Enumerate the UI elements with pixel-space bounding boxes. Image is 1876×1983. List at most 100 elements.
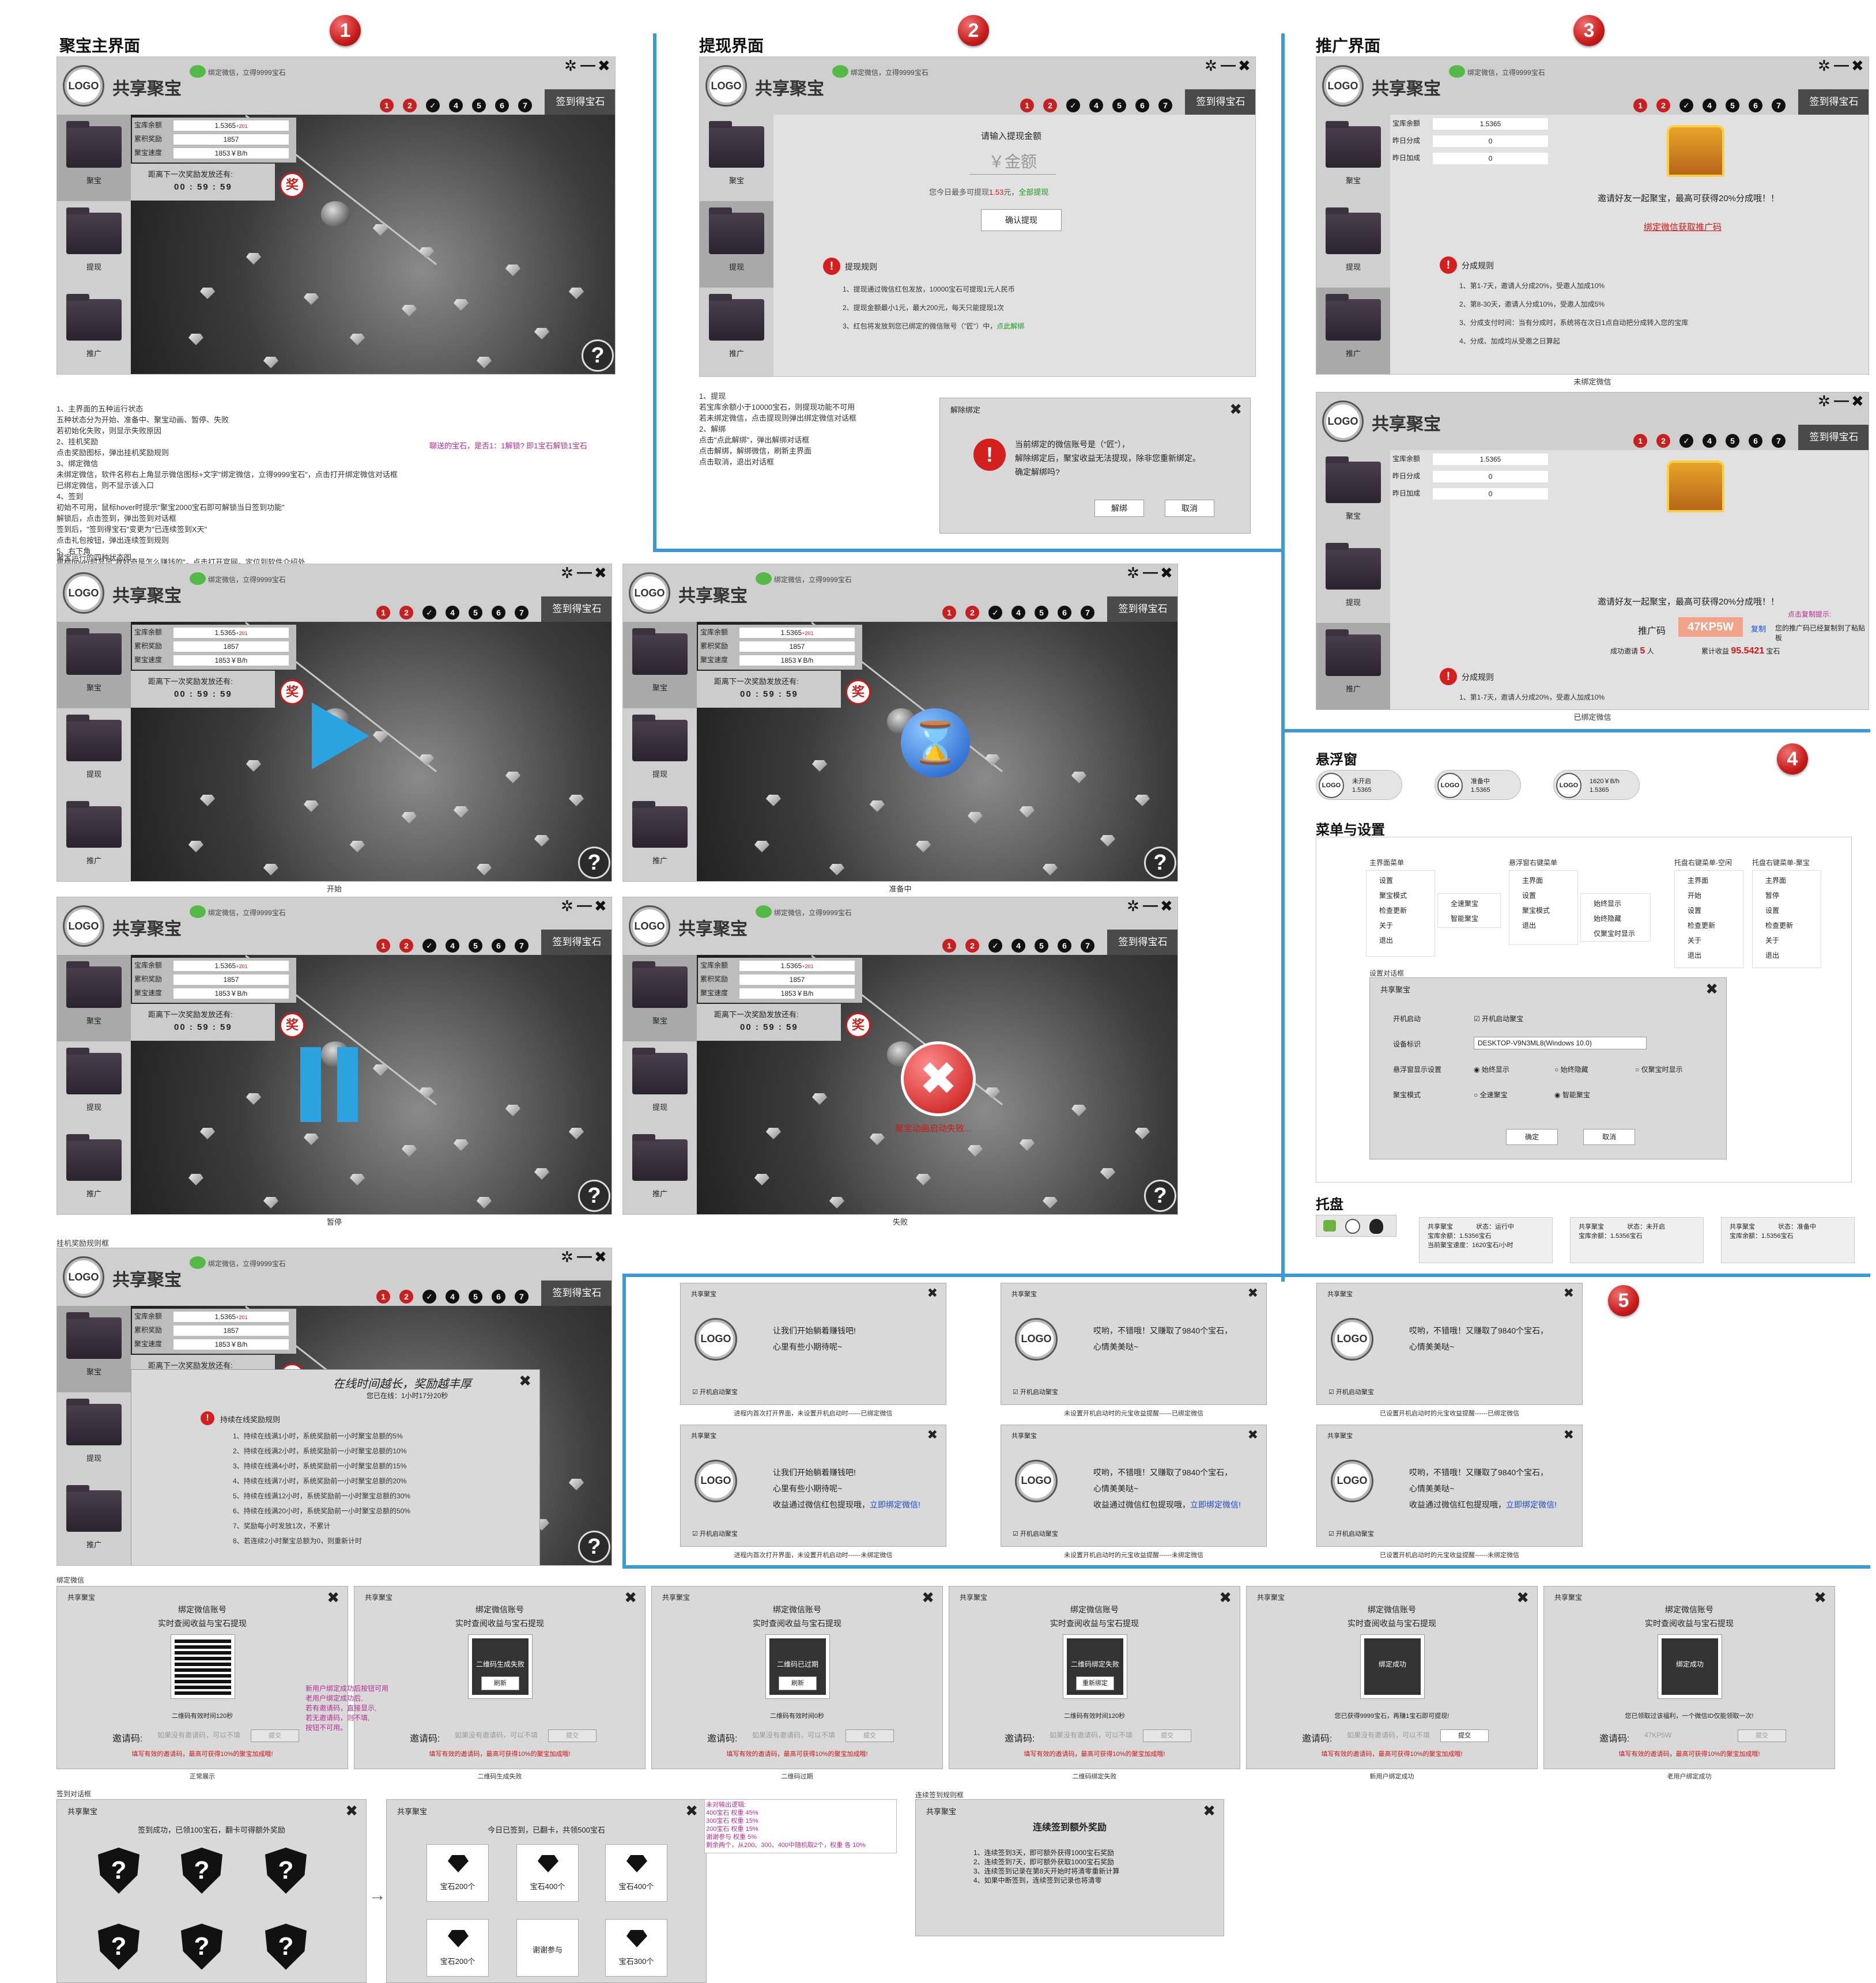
- sidebar-item-withdraw[interactable]: 提现: [1316, 201, 1390, 288]
- menu-item[interactable]: 退出: [1509, 920, 1577, 930]
- mode-radio-1[interactable]: ○ 全速聚宝: [1474, 1090, 1508, 1100]
- bind-now-link[interactable]: 立即绑定微信!: [1190, 1500, 1241, 1509]
- submit-button[interactable]: 提交: [1738, 1729, 1786, 1742]
- menu-item[interactable]: 仅聚宝时显示: [1581, 928, 1650, 938]
- menu-item[interactable]: 始终显示: [1581, 898, 1650, 908]
- wechat-icon[interactable]: [190, 1256, 206, 1269]
- help-icon[interactable]: ?: [578, 847, 610, 879]
- menu-item[interactable]: 暂停: [1753, 890, 1821, 900]
- close-icon[interactable]: ✖: [594, 1248, 607, 1266]
- withdraw-all-link[interactable]: 全部提现: [1018, 188, 1048, 197]
- sidebar-item-mine[interactable]: 聚宝: [1316, 115, 1390, 201]
- cancel-button[interactable]: 取消: [1165, 500, 1214, 517]
- sign-in-button[interactable]: 签到得宝石: [541, 1281, 612, 1306]
- sidebar-item-mine[interactable]: 聚宝: [57, 622, 131, 708]
- close-icon[interactable]: ✖: [1851, 57, 1864, 75]
- sign-in-button[interactable]: 签到得宝石: [1798, 425, 1869, 450]
- menu-item[interactable]: 检查更新: [1753, 920, 1821, 930]
- confirm-withdraw-button[interactable]: 确认提现: [981, 209, 1062, 231]
- menu-item[interactable]: 聚宝模式: [1367, 890, 1435, 900]
- menu-item[interactable]: 退出: [1753, 950, 1821, 960]
- sidebar-item-mine[interactable]: 聚宝: [57, 955, 131, 1041]
- submit-button[interactable]: 提交: [251, 1729, 299, 1742]
- menu-item[interactable]: 关于: [1675, 935, 1743, 945]
- submit-button[interactable]: 提交: [1440, 1729, 1489, 1742]
- close-icon[interactable]: ✖: [1851, 392, 1864, 410]
- unbind-link[interactable]: 点此解绑: [996, 322, 1024, 330]
- device-id-field[interactable]: DESKTOP-V9N3ML8(Windows 10.0): [1474, 1037, 1647, 1049]
- menu-item[interactable]: 始终隐藏: [1581, 913, 1650, 923]
- submit-button[interactable]: 提交: [845, 1729, 894, 1742]
- bind-now-link[interactable]: 立即绑定微信!: [1506, 1500, 1557, 1509]
- tray-qq-icon[interactable]: [1369, 1219, 1383, 1234]
- gear-icon[interactable]: ✲: [561, 1248, 573, 1266]
- gear-icon[interactable]: ✲: [1127, 897, 1139, 915]
- menu-item[interactable]: 聚宝模式: [1509, 905, 1577, 915]
- invite-code-input[interactable]: 47KP5W: [1641, 1729, 1733, 1742]
- startup-checkbox[interactable]: ☑ 开机启动聚宝: [692, 1529, 738, 1538]
- pause-icon[interactable]: [300, 1047, 358, 1122]
- sidebar-item-withdraw[interactable]: 提现: [57, 708, 131, 795]
- gear-icon[interactable]: ✲: [561, 564, 573, 582]
- sign-in-button[interactable]: 签到得宝石: [541, 930, 612, 955]
- close-icon[interactable]: ✖: [927, 1427, 938, 1442]
- menu-item[interactable]: 退出: [1675, 950, 1743, 960]
- close-icon[interactable]: ✖: [1160, 564, 1173, 582]
- bind-wechat-link[interactable]: 绑定微信，立得9999宝石: [851, 67, 928, 77]
- startup-checkbox[interactable]: ☑ 开机启动聚宝: [1328, 1387, 1374, 1396]
- startup-checkbox[interactable]: ☑ 开机启动聚宝: [1013, 1387, 1058, 1396]
- close-icon[interactable]: ✖: [1203, 1802, 1216, 1820]
- sidebar-item-promo[interactable]: 推广: [1316, 288, 1390, 374]
- menu-item[interactable]: 退出: [1367, 935, 1435, 945]
- float-radio-1[interactable]: ◉ 始终显示: [1474, 1064, 1509, 1074]
- close-icon[interactable]: ✖: [519, 1372, 531, 1390]
- bind-now-link[interactable]: 立即绑定微信!: [870, 1500, 920, 1509]
- minimize-icon[interactable]: —: [580, 57, 595, 74]
- sign-in-button[interactable]: 签到得宝石: [1107, 930, 1177, 955]
- wechat-icon[interactable]: [1449, 65, 1465, 78]
- sidebar-item-promo[interactable]: 推广: [57, 795, 131, 881]
- wechat-icon[interactable]: [832, 65, 848, 78]
- float-radio-3[interactable]: ○ 仅聚宝时显示: [1635, 1064, 1683, 1074]
- wechat-icon[interactable]: [190, 65, 206, 78]
- invite-code-input[interactable]: 如果没有邀请码，可以不填: [451, 1729, 543, 1742]
- menu-item[interactable]: 检查更新: [1367, 905, 1435, 915]
- tray-logo-icon[interactable]: [1345, 1219, 1360, 1234]
- sign-in-button[interactable]: 签到得宝石: [545, 89, 615, 115]
- menu-item[interactable]: 全速聚宝: [1438, 898, 1500, 908]
- startup-checkbox[interactable]: ☑ 开机启动聚宝: [1474, 1014, 1523, 1023]
- close-icon[interactable]: ✖: [1705, 980, 1718, 998]
- close-icon[interactable]: ✖: [594, 897, 607, 915]
- close-icon[interactable]: ✖: [1564, 1286, 1574, 1301]
- sidebar-item-mine[interactable]: 聚宝: [57, 1306, 131, 1392]
- reward-icon[interactable]: 奖: [280, 172, 305, 198]
- wechat-icon[interactable]: [190, 572, 206, 585]
- reward-icon[interactable]: 奖: [280, 679, 305, 705]
- refresh-button[interactable]: 重新绑定: [1076, 1676, 1114, 1690]
- sidebar-item-mine[interactable]: 聚宝: [57, 115, 131, 201]
- copy-button[interactable]: 复制: [1751, 623, 1766, 634]
- sidebar-item-promo[interactable]: 推广: [623, 795, 697, 881]
- bind-wechat-link[interactable]: 绑定微信，立得9999宝石: [774, 908, 852, 917]
- minimize-icon[interactable]: —: [577, 897, 592, 914]
- float-window[interactable]: LOGO 准备中 1.5365: [1435, 770, 1521, 800]
- sidebar-item-mine[interactable]: 聚宝: [700, 115, 773, 201]
- sidebar-item-promo[interactable]: 推广: [57, 1479, 131, 1565]
- help-icon[interactable]: ?: [1144, 847, 1176, 879]
- wechat-icon[interactable]: [756, 572, 772, 585]
- submit-button[interactable]: 提交: [548, 1729, 597, 1742]
- close-icon[interactable]: ✖: [1160, 897, 1173, 915]
- sign-in-button[interactable]: 签到得宝石: [1798, 89, 1869, 115]
- help-icon[interactable]: ?: [582, 339, 614, 372]
- refresh-button[interactable]: 刷新: [481, 1676, 519, 1690]
- startup-checkbox[interactable]: ☑ 开机启动聚宝: [1328, 1529, 1374, 1538]
- minimize-icon[interactable]: —: [1834, 57, 1849, 74]
- invite-code-input[interactable]: 如果没有邀请码，可以不填: [1343, 1729, 1436, 1742]
- menu-item[interactable]: 关于: [1753, 935, 1821, 945]
- float-window[interactable]: LOGO 1620￥B/h 1.5365: [1553, 770, 1640, 800]
- sidebar-item-withdraw[interactable]: 提现: [623, 1041, 697, 1128]
- sidebar-item-mine[interactable]: 聚宝: [623, 955, 697, 1041]
- minimize-icon[interactable]: —: [1834, 392, 1849, 409]
- wechat-icon[interactable]: [756, 905, 772, 918]
- unbind-button[interactable]: 解绑: [1094, 500, 1144, 517]
